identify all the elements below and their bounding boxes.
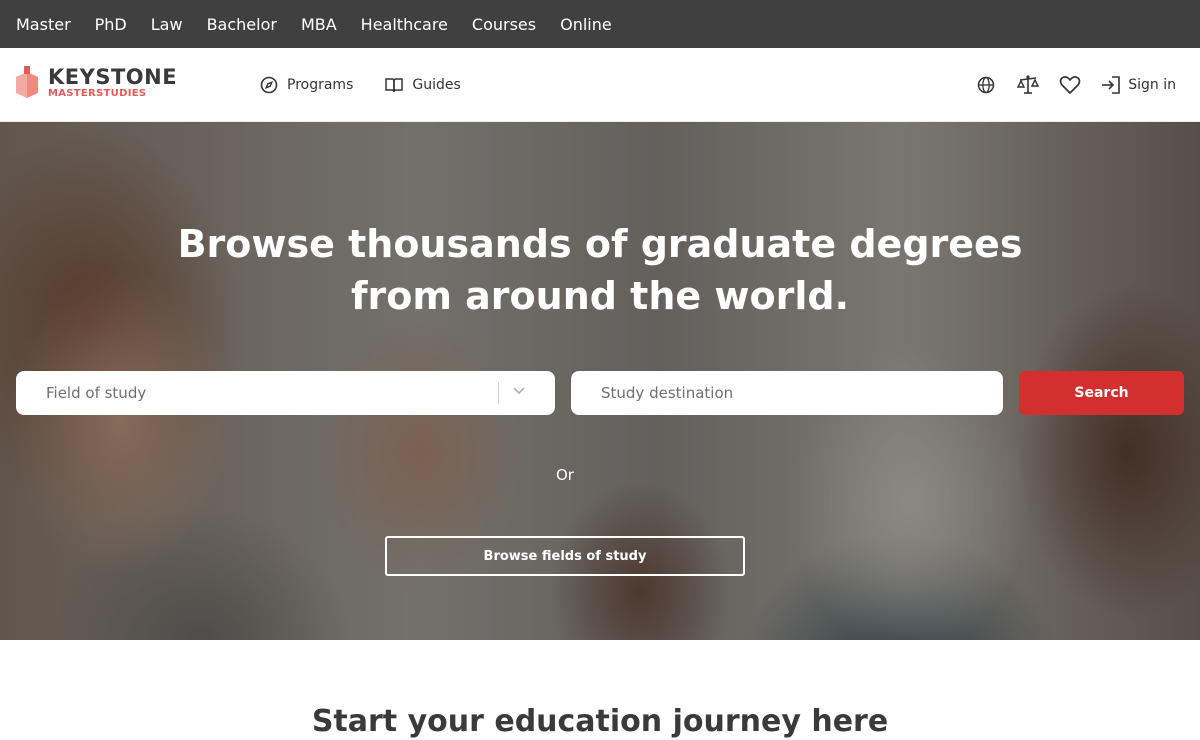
compare-button[interactable] bbox=[1016, 73, 1040, 97]
topbar-link-law[interactable]: Law bbox=[151, 15, 183, 34]
topbar-link-courses[interactable]: Courses bbox=[472, 15, 536, 34]
heart-icon bbox=[1059, 76, 1081, 94]
logo-wordmark: KEYSTONE bbox=[48, 65, 178, 89]
logo-cube-icon bbox=[16, 66, 38, 98]
book-open-icon bbox=[385, 78, 404, 93]
or-separator-text: Or bbox=[556, 466, 574, 484]
nav-programs-label: Programs bbox=[287, 77, 354, 93]
topbar-link-online[interactable]: Online bbox=[560, 15, 612, 34]
field-of-study-input[interactable] bbox=[16, 371, 555, 415]
field-of-study-select[interactable] bbox=[16, 371, 555, 415]
language-button[interactable] bbox=[974, 73, 998, 97]
dropdown-separator bbox=[498, 382, 499, 404]
topbar-link-bachelor[interactable]: Bachelor bbox=[207, 15, 277, 34]
nav-programs[interactable]: Programs bbox=[260, 76, 353, 94]
globe-icon bbox=[978, 76, 995, 94]
hero-banner: Browse thousands of graduate degrees fro… bbox=[0, 122, 1200, 640]
browse-fields-button[interactable]: Browse fields of study bbox=[385, 536, 745, 576]
compare-scale-icon bbox=[1017, 75, 1040, 94]
study-destination-field[interactable] bbox=[571, 371, 1003, 415]
nav-guides-label: Guides bbox=[412, 77, 461, 93]
logo-subtitle: MASTERSTUDIES bbox=[48, 88, 147, 99]
main-nav: Programs Guides bbox=[260, 48, 493, 122]
sign-in-icon bbox=[1102, 76, 1121, 94]
favorites-button[interactable] bbox=[1058, 73, 1082, 97]
topbar-link-phd[interactable]: PhD bbox=[95, 15, 127, 34]
search-button[interactable]: Search bbox=[1019, 371, 1184, 415]
chevron-down-icon[interactable] bbox=[513, 387, 525, 395]
section-heading: Start your education journey here bbox=[311, 704, 889, 739]
sign-in-label: Sign in bbox=[1128, 77, 1176, 93]
sign-in-button[interactable]: Sign in bbox=[1100, 75, 1176, 95]
search-form: Search bbox=[16, 371, 1184, 415]
topbar-link-master[interactable]: Master bbox=[16, 15, 71, 34]
site-header: KEYSTONE MASTERSTUDIES Programs Guides S… bbox=[0, 48, 1200, 122]
compass-icon bbox=[260, 76, 278, 94]
nav-guides[interactable]: Guides bbox=[385, 77, 461, 93]
site-logo[interactable]: KEYSTONE MASTERSTUDIES bbox=[16, 66, 177, 100]
top-category-bar: Master PhD Law Bachelor MBA Healthcare C… bbox=[0, 0, 1200, 48]
header-actions: Sign in bbox=[956, 48, 1176, 122]
hero-title: Browse thousands of graduate degrees fro… bbox=[177, 222, 1023, 318]
study-destination-input[interactable] bbox=[571, 371, 1003, 415]
topbar-link-mba[interactable]: MBA bbox=[301, 15, 337, 34]
topbar-link-healthcare[interactable]: Healthcare bbox=[361, 15, 448, 34]
